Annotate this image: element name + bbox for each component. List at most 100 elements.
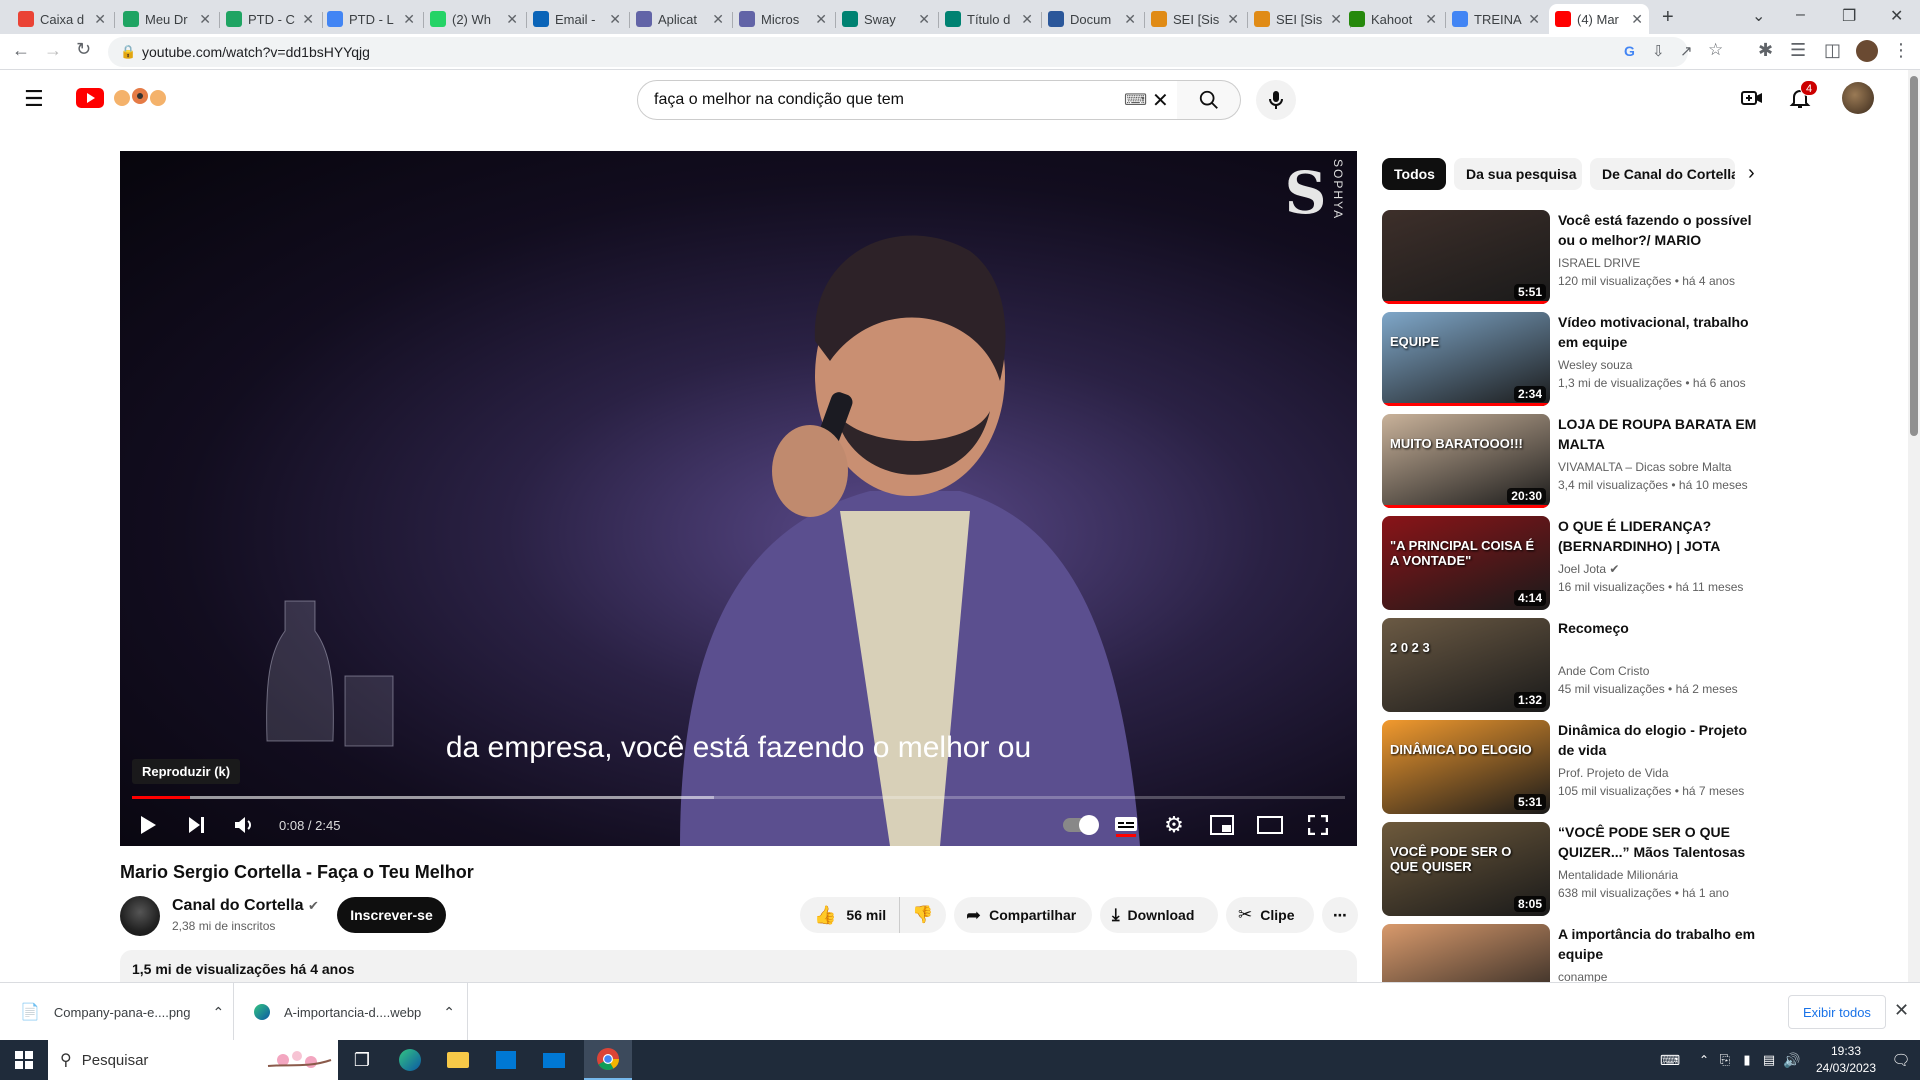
video-thumbnail[interactable]: VOCÊ PODE SER O QUE QUISER 8:05 — [1382, 822, 1550, 916]
download-button[interactable]: ⤓ Download — [1100, 897, 1218, 933]
more-actions-button[interactable]: ⋯ — [1322, 897, 1358, 933]
recommendation-item[interactable]: DINÂMICA DO ELOGIO 5:31 Dinâmica do elogio… — [1382, 720, 1762, 816]
recommendation-item[interactable]: MUITO BARATOOO!!! 20:30 LOJA DE ROUPA BARA… — [1382, 414, 1762, 510]
browser-tab[interactable]: TREINA ✕ — [1446, 4, 1546, 34]
address-bar[interactable]: 🔒 youtube.com/watch?v=dd1bsHYYqjg G ⇩ ↗ … — [108, 37, 1723, 67]
recommendation-title[interactable]: O QUE É LIDERANÇA? (BERNARDINHO) | JOTA … — [1558, 516, 1762, 556]
close-tab-icon[interactable]: ✕ — [815, 11, 827, 28]
recommendation-title[interactable]: Recomeço — [1558, 618, 1762, 638]
youtube-logo[interactable] — [76, 88, 104, 108]
usb-icon[interactable]: ⎘ — [1714, 1040, 1736, 1080]
progress-bar[interactable] — [132, 796, 1345, 799]
video-thumbnail[interactable]: DINÂMICA DO ELOGIO 5:31 — [1382, 720, 1550, 814]
recommendation-title[interactable]: A importância do trabalho em equipe — [1558, 924, 1762, 964]
scrollbar-thumb[interactable] — [1910, 76, 1918, 436]
notification-center-icon[interactable]: 🗨 — [1882, 1040, 1920, 1080]
video-thumbnail[interactable]: EQUIPE 2:34 — [1382, 312, 1550, 406]
recommendation-item[interactable]: VOCÊ PODE SER O QUE QUISER 8:05 “VOCÊ PODE… — [1382, 822, 1762, 918]
clear-search-icon[interactable]: ✕ — [1152, 88, 1169, 113]
video-thumbnail[interactable]: 2 0 2 3 1:32 — [1382, 618, 1550, 712]
recommendation-item[interactable]: EQUIPE 2:34 Vídeo motivacional, trabalho e… — [1382, 312, 1762, 408]
chips-next-chevron-icon[interactable]: › — [1748, 162, 1755, 185]
microsoft-store-icon[interactable] — [482, 1040, 530, 1080]
extensions-icon[interactable]: ✱ — [1758, 40, 1773, 61]
recommendation-channel[interactable]: ISRAEL DRIVE — [1558, 256, 1640, 270]
taskbar-clock[interactable]: 19:33 24/03/2023 — [1806, 1043, 1886, 1077]
close-tab-icon[interactable]: ✕ — [1227, 11, 1239, 28]
windows-start-button[interactable] — [0, 1040, 48, 1080]
close-tab-icon[interactable]: ✕ — [1425, 11, 1437, 28]
mail-icon[interactable] — [530, 1040, 578, 1080]
recommendation-item[interactable]: "A PRINCIPAL COISA É A VONTADE" 4:14 O QUE… — [1382, 516, 1762, 612]
close-window-icon[interactable]: ✕ — [1890, 6, 1903, 26]
theater-mode-button[interactable] — [1254, 809, 1286, 841]
network-icon[interactable]: ▤ — [1758, 1040, 1780, 1080]
voice-search-button[interactable] — [1256, 80, 1296, 120]
share-button[interactable]: ➦ Compartilhar — [954, 897, 1092, 933]
profile-avatar[interactable] — [1856, 40, 1878, 62]
close-tab-icon[interactable]: ✕ — [506, 11, 518, 28]
back-icon[interactable]: ← — [12, 40, 30, 61]
recommendation-title[interactable]: Você está fazendo o possível ou o melhor… — [1558, 210, 1762, 250]
taskbar-search[interactable]: ⚲ Pesquisar — [48, 1040, 338, 1080]
close-tab-icon[interactable]: ✕ — [199, 11, 211, 28]
google-lens-icon[interactable]: G — [1624, 43, 1635, 59]
download-item-2[interactable]: A-importancia-d....webp ⌃ — [234, 983, 468, 1041]
browser-tab[interactable]: PTD - C ✕ — [220, 4, 320, 34]
next-button[interactable] — [180, 809, 212, 841]
close-tab-icon[interactable]: ✕ — [302, 11, 314, 28]
subscribe-button[interactable]: Inscrever-se — [337, 897, 446, 933]
account-avatar[interactable] — [1842, 82, 1874, 114]
recommendation-title[interactable]: LOJA DE ROUPA BARATA EM MALTA — [1558, 414, 1762, 454]
battery-icon[interactable]: ▮ — [1736, 1040, 1758, 1080]
recommendation-channel[interactable]: VIVAMALTA – Dicas sobre Malta — [1558, 460, 1731, 474]
keyboard-layout-icon[interactable]: ⌨ — [1646, 1040, 1694, 1080]
recommendation-channel[interactable]: Wesley souza — [1558, 358, 1632, 372]
browser-tab[interactable]: Micros ✕ — [733, 4, 833, 34]
subtitles-button[interactable] — [1110, 809, 1142, 841]
play-button[interactable] — [132, 809, 164, 841]
keyboard-icon[interactable]: ⌨ — [1124, 90, 1147, 110]
clip-button[interactable]: ✂ Clipe — [1226, 897, 1314, 933]
close-tab-icon[interactable]: ✕ — [403, 11, 415, 28]
browser-tab[interactable]: Aplicat ✕ — [630, 4, 730, 34]
chevron-up-icon[interactable]: ⌃ — [443, 1004, 455, 1021]
fullscreen-button[interactable] — [1302, 809, 1334, 841]
browser-tab[interactable]: Meu Dr ✕ — [117, 4, 217, 34]
new-tab-icon[interactable]: + — [1662, 6, 1674, 29]
hamburger-menu-icon[interactable]: ☰ — [24, 86, 44, 112]
close-tab-icon[interactable]: ✕ — [1124, 11, 1136, 28]
media-control-icon[interactable]: ☰ — [1790, 40, 1806, 61]
browser-tab[interactable]: Caixa d ✕ — [12, 4, 112, 34]
file-explorer-icon[interactable] — [434, 1040, 482, 1080]
edge-taskbar-icon[interactable] — [386, 1040, 434, 1080]
recommendation-channel[interactable]: Joel Jota ✔ — [1558, 562, 1619, 576]
tab-search-icon[interactable]: ⌄ — [1752, 6, 1765, 26]
close-tab-icon[interactable]: ✕ — [712, 11, 724, 28]
recommendation-title[interactable]: “VOCÊ PODE SER O QUE QUIZER...” Mãos Tal… — [1558, 822, 1762, 862]
close-shelf-icon[interactable]: ✕ — [1894, 1000, 1909, 1021]
install-icon[interactable]: ⇩ — [1652, 42, 1665, 60]
recommendation-title[interactable]: Vídeo motivacional, trabalho em equipe — [1558, 312, 1762, 352]
dislike-button[interactable]: 👎 — [900, 897, 946, 933]
maximize-icon[interactable]: ❐ — [1842, 6, 1856, 26]
create-video-icon[interactable] — [1740, 86, 1764, 115]
chrome-taskbar-icon[interactable] — [584, 1040, 632, 1080]
show-all-downloads-button[interactable]: Exibir todos — [1788, 995, 1886, 1029]
recommendation-item[interactable]: 2 0 2 3 1:32 Recomeço Ande Com Cristo 45 mil… — [1382, 618, 1762, 714]
speaker-icon[interactable]: 🔊 — [1780, 1040, 1804, 1080]
minimize-icon[interactable]: – — [1796, 6, 1805, 24]
close-tab-icon[interactable]: ✕ — [918, 11, 930, 28]
video-thumbnail[interactable]: "A PRINCIPAL COISA É A VONTADE" 4:14 — [1382, 516, 1550, 610]
recommendation-item[interactable]: 5:51 Você está fazendo o possível ou o me… — [1382, 210, 1762, 306]
channel-name[interactable]: Canal do Cortella ✔ — [172, 897, 319, 915]
download-item-1[interactable]: 📄 Company-pana-e....png ⌃ — [0, 983, 234, 1041]
reload-icon[interactable]: ↻ — [76, 39, 91, 60]
browser-tab[interactable]: SEI [Sis ✕ — [1248, 4, 1348, 34]
recommendation-channel[interactable]: Ande Com Cristo — [1558, 664, 1649, 678]
like-button[interactable]: 👍 56 mil — [800, 897, 900, 933]
video-player[interactable]: S SOPHYA da empresa, você está fazendo o… — [120, 151, 1357, 846]
close-tab-icon[interactable]: ✕ — [1631, 11, 1643, 28]
search-button[interactable] — [1177, 80, 1241, 120]
browser-tab[interactable]: Sway ✕ — [836, 4, 936, 34]
